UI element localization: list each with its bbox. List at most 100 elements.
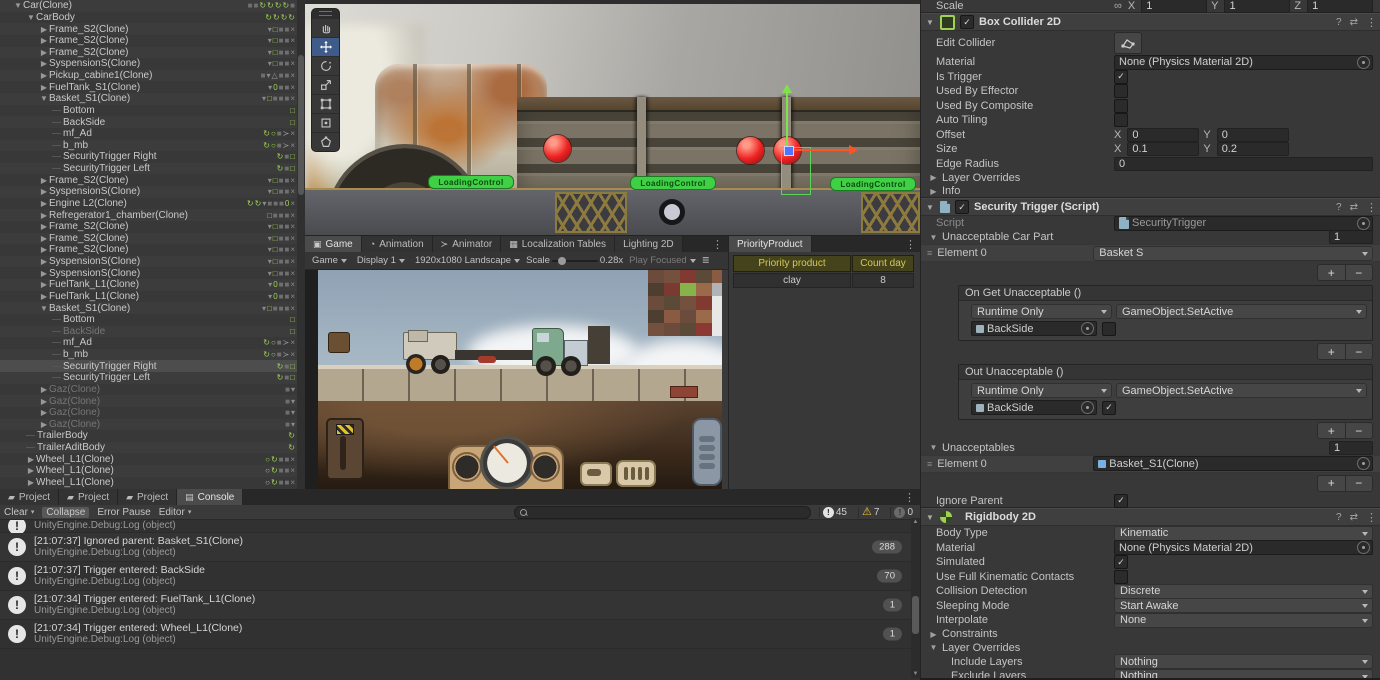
help-icon[interactable]: ? <box>1336 202 1342 213</box>
hierarchy-item[interactable]: BackSide □ <box>0 326 305 338</box>
foldout-icon[interactable]: ▼ <box>925 203 935 212</box>
console-menu-icon[interactable]: ⋮ <box>899 489 920 505</box>
move-tool[interactable] <box>312 37 339 56</box>
hierarchy-item[interactable]: ▼ Car(Clone) ■ ■ ↻ ↻ ↻ ↻ ■ <box>0 0 305 12</box>
unacceptables-object-field[interactable]: Basket_S1(Clone) <box>1093 456 1373 471</box>
tab-project-3[interactable]: ▰ Project <box>118 489 178 505</box>
scroll-down-icon[interactable]: ▼ <box>912 671 919 677</box>
expand-closed-icon[interactable]: ▶ <box>39 385 49 394</box>
constraints-foldout[interactable]: ▶ Constraints <box>921 628 1380 642</box>
scale-tool[interactable] <box>312 75 339 94</box>
expand-closed-icon[interactable]: ▶ <box>39 211 49 220</box>
console-search-input[interactable] <box>513 505 811 519</box>
edit-collider-button[interactable] <box>1114 32 1142 54</box>
resolution-dropdown[interactable]: 1920x1080 Landscape <box>411 254 524 267</box>
security-trigger-enabled-checkbox[interactable] <box>955 200 969 214</box>
warning-count[interactable]: ⚠ 7 <box>858 506 882 518</box>
material-object-field[interactable]: None (Physics Material 2D) <box>1114 54 1373 70</box>
move-gizmo-y-axis[interactable] <box>786 92 788 149</box>
foldout-icon[interactable]: ▼ <box>925 18 935 27</box>
display-mode-dropdown[interactable]: Game <box>308 254 351 267</box>
hierarchy-item[interactable]: ▼ CarBody ↻ ↻ ↻ ↻ <box>0 12 305 24</box>
hierarchy-item[interactable]: ▶ Gaz(Clone) ■ ▾ <box>0 407 305 419</box>
priority-menu-icon[interactable]: ⋮ <box>900 236 921 252</box>
add-remove-buttons[interactable]: + − <box>1317 343 1373 360</box>
move-gizmo-center[interactable] <box>784 146 794 156</box>
expand-closed-icon[interactable]: ▶ <box>39 187 49 196</box>
gear-lever-panel[interactable] <box>326 418 364 480</box>
used-by-composite-checkbox[interactable] <box>1114 98 1128 113</box>
preset-icon[interactable]: ⇄ <box>1350 202 1358 213</box>
remove-element-button[interactable]: − <box>1346 265 1373 280</box>
console-log-entry[interactable]: ! [21:07:34] Trigger entered: Wheel_L1(Cl… <box>0 620 920 649</box>
link-scale-icon[interactable]: ∞ <box>1114 0 1122 12</box>
is-trigger-checkbox[interactable] <box>1114 69 1128 84</box>
drag-handle-icon[interactable]: ≡ <box>927 248 932 258</box>
component-menu-icon[interactable]: ⋮ <box>1366 201 1377 214</box>
rotate-tool[interactable] <box>312 56 339 75</box>
move-gizmo-y-arrow[interactable] <box>782 84 792 93</box>
rb-material-field[interactable]: None (Physics Material 2D) <box>1114 540 1373 556</box>
tab-game[interactable]: ▣ Game <box>305 236 362 252</box>
palette-drag-handle[interactable] <box>312 9 339 18</box>
scale-y-field[interactable]: 1 <box>1224 0 1291 13</box>
add-remove-buttons[interactable]: + − <box>1317 264 1373 281</box>
exclude-layers-dropdown[interactable]: Nothing <box>1114 668 1373 678</box>
hierarchy-item[interactable]: ▶ FuelTank_S1(Clone) ▾ 0 ■ ■ × <box>0 81 305 93</box>
hierarchy-item[interactable]: ▶ Gaz(Clone) ■ ▾ <box>0 395 305 407</box>
auto-tiling-checkbox[interactable] <box>1114 113 1128 128</box>
expand-closed-icon[interactable]: ▶ <box>39 199 49 208</box>
hierarchy-item[interactable]: ▶ Frame_S2(Clone) ▾ □ ■ ■ × <box>0 221 305 233</box>
unacceptable-element-row[interactable]: ≡ Element 0 Basket S <box>921 244 1380 262</box>
component-menu-icon[interactable]: ⋮ <box>1366 16 1377 29</box>
lever-handle[interactable] <box>336 424 354 435</box>
hand-tool[interactable] <box>312 18 339 37</box>
car-button[interactable] <box>580 462 612 486</box>
interpolate-dropdown[interactable]: None <box>1114 612 1373 628</box>
hierarchy-item[interactable]: ▶ Frame_S2(Clone) ▾ □ ■ ■ × <box>0 174 305 186</box>
console-log-entry[interactable]: ! UnityEngine.Debug:Log (object) <box>0 520 920 535</box>
sphere-gizmo[interactable] <box>737 137 764 164</box>
ignore-parent-checkbox[interactable] <box>1114 493 1128 508</box>
error-pause-toggle[interactable]: Error Pause <box>97 507 150 518</box>
event-mode-dropdown[interactable]: Runtime Only <box>971 304 1112 319</box>
hierarchy-item[interactable]: ▼ Basket_S1(Clone) ▾ □ ■ ■ ■ × <box>0 93 305 105</box>
expand-closed-icon[interactable]: ▶ <box>39 36 49 45</box>
editor-dropdown[interactable]: Editor ▾ <box>159 507 192 518</box>
hierarchy-scrollbar[interactable] <box>297 0 305 489</box>
size-x-field[interactable]: 0.1 <box>1127 142 1200 157</box>
object-picker-icon[interactable] <box>1357 457 1370 470</box>
offset-y-field[interactable]: 0 <box>1216 127 1289 142</box>
expand-closed-icon[interactable]: ▶ <box>39 71 49 80</box>
play-focused-dropdown[interactable]: Play Focused <box>625 254 700 267</box>
expand-closed-icon[interactable]: ▶ <box>26 466 36 475</box>
object-picker-icon[interactable] <box>1081 322 1094 335</box>
add-element-button[interactable]: + <box>1318 265 1346 280</box>
preset-icon[interactable]: ⇄ <box>1350 17 1358 28</box>
hierarchy-item[interactable]: Bottom □ <box>0 314 305 326</box>
info-count[interactable]: ! 45 <box>818 506 850 518</box>
hierarchy-item[interactable]: TrailerBody ↻ <box>0 430 305 442</box>
preset-icon[interactable]: ⇄ <box>1350 512 1358 523</box>
edge-radius-field[interactable]: 0 <box>1114 156 1373 171</box>
stats-icon[interactable]: ≣ <box>702 255 710 266</box>
expand-closed-icon[interactable]: ▶ <box>39 176 49 185</box>
expand-closed-icon[interactable]: ▶ <box>39 257 49 266</box>
hierarchy-item[interactable]: SecurityTrigger Left ↻ ■ □ <box>0 372 305 384</box>
remove-element-button[interactable]: − <box>1346 476 1373 491</box>
tab-project-2[interactable]: ▰ Project <box>59 489 119 505</box>
expand-closed-icon[interactable]: ▶ <box>39 83 49 92</box>
console-log-entry[interactable]: ! [21:07:37] Trigger entered: BackSide Uni… <box>0 562 920 591</box>
rb-layer-overrides-foldout[interactable]: ▼ Layer Overrides <box>921 641 1380 655</box>
setactive-arg-checkbox[interactable] <box>1102 400 1116 415</box>
scale-x-field[interactable]: 1 <box>1141 0 1208 13</box>
add-listener-button[interactable]: + <box>1318 344 1346 359</box>
tab-animator[interactable]: ≻ Animator <box>432 236 502 252</box>
hierarchy-item[interactable]: SecurityTrigger Left ↻ ■ □ <box>0 163 305 175</box>
include-layers-dropdown[interactable]: Nothing <box>1114 654 1373 670</box>
hierarchy-item[interactable]: ▶ Gaz(Clone) ■ ▾ <box>0 419 305 431</box>
simulated-checkbox[interactable] <box>1114 555 1128 570</box>
expand-closed-icon[interactable]: ▶ <box>39 245 49 254</box>
sleeping-mode-dropdown[interactable]: Start Awake <box>1114 598 1373 614</box>
event-target-field[interactable]: BackSide <box>971 321 1097 336</box>
